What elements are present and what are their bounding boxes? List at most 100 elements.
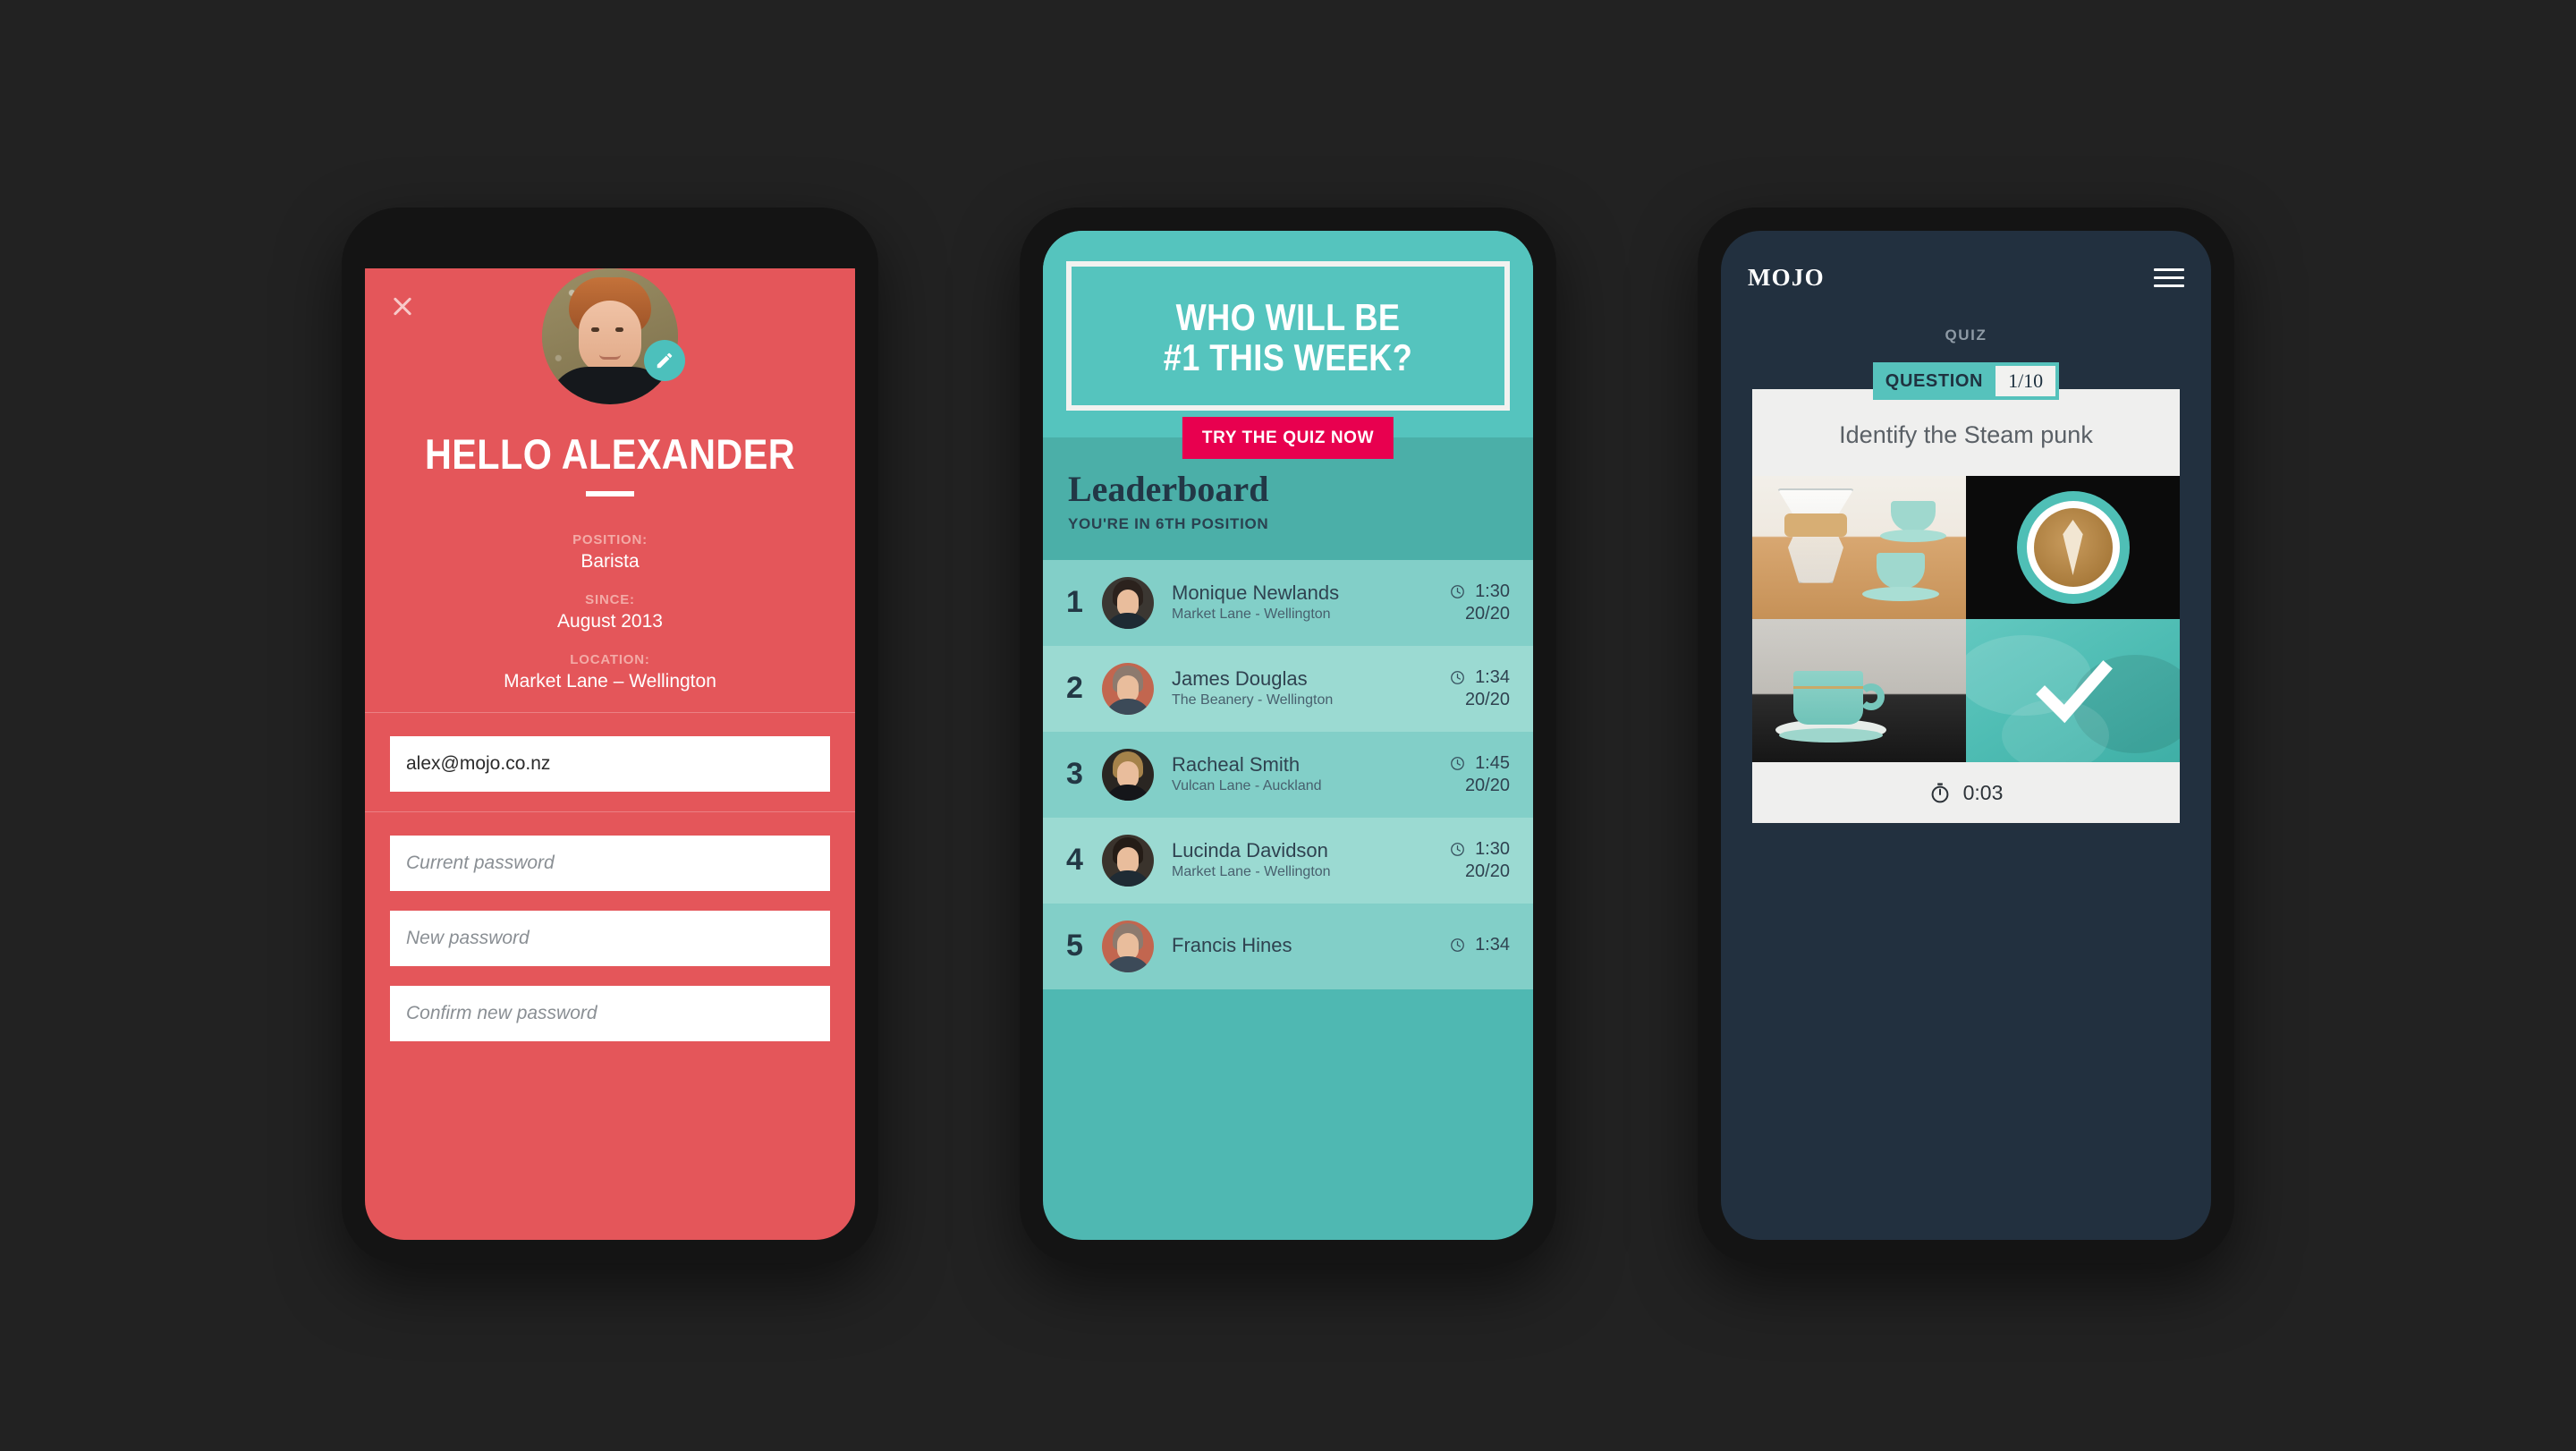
- phone-screen-quiz: MOJO QUIZ QUESTION 1/10 Identify the Ste…: [1721, 231, 2211, 1240]
- row-time-wrap: 1:34: [1399, 667, 1510, 688]
- row-stats: 1:45 20/20: [1399, 753, 1510, 796]
- meta-value-location: Market Lane – Wellington: [504, 671, 716, 692]
- quiz-promo-hero: WHO WILL BE #1 THIS WEEK? TRY THE QUIZ N…: [1043, 231, 1533, 459]
- avatar: [1102, 748, 1154, 801]
- quiz-screen: MOJO QUIZ QUESTION 1/10 Identify the Ste…: [1721, 231, 2211, 1240]
- avatar: [1102, 920, 1154, 972]
- mojo-logo: MOJO: [1748, 264, 1825, 291]
- clock-icon: [1451, 842, 1464, 856]
- clock-icon: [1451, 584, 1464, 598]
- row-info: Lucinda Davidson Market Lane - Wellingto…: [1172, 839, 1399, 882]
- answer-tile-3[interactable]: [1752, 619, 1966, 762]
- row-place: Market Lane - Wellington: [1172, 863, 1331, 879]
- saucer-front: [1862, 587, 1939, 601]
- phone-device-quiz: MOJO QUIZ QUESTION 1/10 Identify the Ste…: [1698, 208, 2234, 1263]
- rank: 4: [1066, 843, 1083, 878]
- phone-screen-profile: HELLO ALEXANDER POSITION: Barista SINCE:…: [365, 231, 855, 1240]
- hero-title: WHO WILL BE #1 THIS WEEK?: [1163, 296, 1413, 379]
- clock-icon: [1451, 938, 1464, 953]
- meta-label-location: LOCATION:: [570, 652, 650, 667]
- saucer-back: [1880, 530, 1946, 542]
- quiz-kicker: QUIZ: [1945, 327, 1987, 344]
- profile-screen: HELLO ALEXANDER POSITION: Barista SINCE:…: [365, 268, 855, 1240]
- rank: 3: [1066, 757, 1083, 792]
- avatar-wrap: [542, 268, 685, 404]
- screenshot-stage: HELLO ALEXANDER POSITION: Barista SINCE:…: [0, 0, 2576, 1451]
- row-time-wrap: 1:30: [1399, 839, 1510, 860]
- check-icon: [2035, 660, 2113, 724]
- clock-icon: [1451, 670, 1464, 684]
- row-place: Vulcan Lane - Auckland: [1172, 777, 1322, 793]
- question-badge-count: 1/10: [1996, 366, 2056, 396]
- avatar: [542, 268, 678, 404]
- row-score: 20/20: [1464, 861, 1510, 881]
- quiz-card: Identify the Steam punk 0:03: [1752, 389, 2180, 823]
- rank: 5: [1066, 929, 1083, 963]
- rank: 2: [1066, 671, 1083, 706]
- clock-icon: [1451, 756, 1464, 770]
- row-time: 1:34: [1475, 935, 1510, 955]
- rank: 1: [1066, 585, 1083, 620]
- row-stats: 1:34 20/20: [1399, 667, 1510, 710]
- table-row[interactable]: 5 Francis Hines 1:34: [1043, 903, 1533, 989]
- gold-band: [1793, 686, 1863, 689]
- row-time: 1:45: [1475, 752, 1510, 773]
- cup-front: [1877, 553, 1925, 589]
- meta-label-position: POSITION:: [572, 532, 648, 547]
- edit-avatar-button[interactable]: [644, 340, 685, 381]
- pencil-icon: [657, 352, 673, 369]
- answer-tile-4[interactable]: [1966, 619, 2180, 762]
- meta-value-position: Barista: [580, 551, 640, 572]
- question-badge-wrap: QUESTION 1/10: [1721, 362, 2211, 400]
- close-icon[interactable]: [385, 288, 420, 324]
- row-time: 1:30: [1475, 581, 1510, 601]
- password-form: [365, 812, 855, 1041]
- row-score: 20/20: [1464, 775, 1510, 795]
- row-score: 20/20: [1464, 689, 1510, 709]
- quiz-timer: 0:03: [1752, 762, 2180, 823]
- new-password-field[interactable]: [390, 911, 830, 966]
- avatar: [1102, 576, 1154, 629]
- meta-label-since: SINCE:: [585, 592, 635, 607]
- avatar: [1102, 662, 1154, 715]
- row-time-wrap: 1:30: [1399, 581, 1510, 602]
- avatar-face: [579, 301, 641, 374]
- row-stats: 1:30 20/20: [1399, 581, 1510, 624]
- phone-device-profile: HELLO ALEXANDER POSITION: Barista SINCE:…: [342, 208, 878, 1263]
- leaderboard-list: 1 Monique Newlands Market Lane - Welling…: [1043, 559, 1533, 989]
- table-row[interactable]: 4 Lucinda Davidson Market Lane - Welling…: [1043, 817, 1533, 904]
- row-stats: 1:34: [1399, 935, 1510, 957]
- email-field[interactable]: [390, 736, 830, 792]
- carafe-shape: [1777, 488, 1854, 583]
- table-row[interactable]: 3 Racheal Smith Vulcan Lane - Auckland 1…: [1043, 731, 1533, 818]
- hamburger-icon[interactable]: [2154, 263, 2184, 293]
- row-place: Market Lane - Wellington: [1172, 606, 1331, 622]
- app-topbar: MOJO: [1721, 231, 2211, 293]
- confirm-password-field[interactable]: [390, 986, 830, 1041]
- row-info: Monique Newlands Market Lane - Wellingto…: [1172, 581, 1399, 624]
- table-row[interactable]: 2 James Douglas The Beanery - Wellington: [1043, 645, 1533, 732]
- greeting-title: HELLO ALEXANDER: [424, 430, 796, 478]
- question-badge-label: QUESTION: [1885, 370, 1984, 391]
- cup-shape: [1793, 671, 1863, 725]
- row-name: Monique Newlands: [1172, 581, 1340, 604]
- avatar-mouth: [599, 354, 621, 360]
- row-info: James Douglas The Beanery - Wellington: [1172, 667, 1399, 710]
- answer-tile-2[interactable]: [1966, 476, 2180, 619]
- answer-grid: [1752, 476, 2180, 762]
- hero-frame: WHO WILL BE #1 THIS WEEK?: [1066, 261, 1510, 411]
- phone-screen-leaderboard: WHO WILL BE #1 THIS WEEK? TRY THE QUIZ N…: [1043, 231, 1533, 1240]
- answer-tile-1[interactable]: [1752, 476, 1966, 619]
- table-row[interactable]: 1 Monique Newlands Market Lane - Welling…: [1043, 559, 1533, 646]
- phone-device-leaderboard: WHO WILL BE #1 THIS WEEK? TRY THE QUIZ N…: [1020, 208, 1556, 1263]
- avatar-eye-left: [591, 327, 599, 332]
- try-the-quiz-now-button[interactable]: TRY THE QUIZ NOW: [1182, 416, 1394, 459]
- status-badge: QUESTION 1/10: [1872, 362, 2060, 400]
- leaderboard-screen: WHO WILL BE #1 THIS WEEK? TRY THE QUIZ N…: [1043, 231, 1533, 1240]
- stopwatch-icon: [1931, 783, 1949, 803]
- row-time-wrap: 1:45: [1399, 753, 1510, 774]
- account-form: [365, 713, 855, 792]
- saucer-inner: [1779, 728, 1883, 742]
- current-password-field[interactable]: [390, 836, 830, 891]
- row-name: James Douglas: [1172, 666, 1308, 690]
